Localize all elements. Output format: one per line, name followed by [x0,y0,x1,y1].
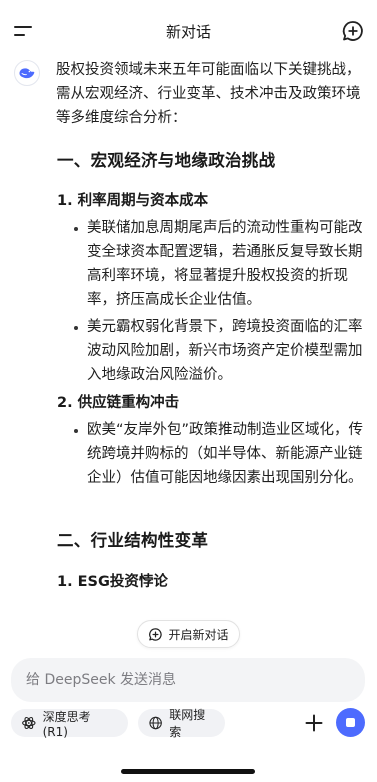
section-heading: 一、宏观经济与地缘政治挑战 [57,151,276,170]
top-bar: 新对话 [0,0,377,62]
atom-icon [22,716,36,730]
stop-generation-button[interactable] [336,708,365,737]
menu-button[interactable] [12,20,38,42]
web-search-toggle[interactable]: 联网搜索 [138,708,225,739]
list-item-text: 美元霸权弱化背景下，跨境投资面临的汇率波动风险加剧，新兴市场资产定价模型需加入地… [87,319,363,383]
subsection-heading: 1. 利率周期与资本成本 [57,193,209,209]
list-item: 欧美“友岸外包”政策推动制造业区域化，传统跨境并购标的（如半导体、新能源产业链企… [74,418,366,490]
message-input[interactable] [26,672,365,688]
new-chat-button[interactable] [341,19,365,43]
new-chat-icon [149,627,163,641]
subsection-heading: 2. 供应链重构冲击 [57,395,180,411]
bullet-dot [74,429,78,433]
message-composer[interactable] [11,658,365,702]
list-item: 美联储加息周期尾声后的流动性重构可能改变全球资本配置逻辑，若通胀反复导致长期高利… [74,216,366,312]
menu-icon-line [14,26,32,28]
web-search-label: 联网搜索 [169,708,206,739]
new-chat-icon [342,21,363,41]
section-heading: 二、行业结构性变革 [57,531,209,550]
deepseek-whale-icon [19,68,35,79]
menu-icon-line [14,34,25,36]
start-new-chat-button[interactable]: 开启新对话 [137,620,240,648]
start-new-chat-label: 开启新对话 [168,627,229,642]
home-indicator [121,769,255,774]
globe-icon [149,716,162,730]
message-intro: 股权投资领域未来五年可能面临以下关键挑战，需从宏观经济、行业变革、技术冲击及政策… [56,62,361,126]
assistant-avatar [14,60,40,86]
list-item-text: 美联储加息周期尾声后的流动性重构可能改变全球资本配置逻辑，若通胀反复导致长期高利… [87,220,363,308]
plus-icon [305,714,323,732]
attach-button[interactable] [302,711,326,735]
stop-icon [346,718,355,727]
bullet-dot [74,326,78,330]
deep-think-toggle[interactable]: 深度思考 (R1) [11,709,128,739]
chat-content[interactable]: 股权投资领域未来五年可能面临以下关键挑战，需从宏观经济、行业变革、技术冲击及政策… [0,56,377,616]
page-title: 新对话 [165,22,211,41]
list-item-text: 欧美“友岸外包”政策推动制造业区域化，传统跨境并购标的（如半导体、新能源产业链企… [87,422,364,486]
list-item: 美元霸权弱化背景下，跨境投资面临的汇率波动风险加剧，新兴市场资产定价模型需加入地… [74,315,366,387]
deep-think-label: 深度思考 (R1) [42,709,91,739]
subsection-heading: 1. ESG投资悖论 [57,574,168,590]
bullet-dot [74,227,78,231]
